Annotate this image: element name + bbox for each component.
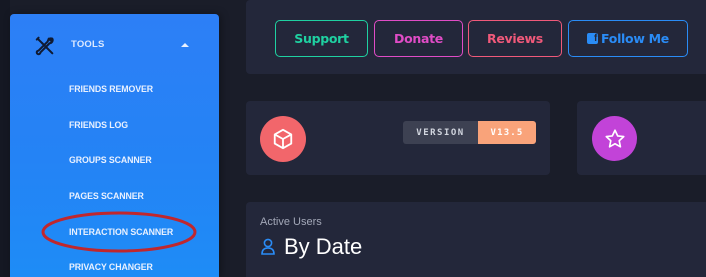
sidebar-item-pages-scanner[interactable]: PAGES SCANNER bbox=[69, 191, 144, 207]
star-icon-badge bbox=[592, 116, 637, 161]
sidebar-tools-toggle[interactable]: TOOLS bbox=[10, 31, 219, 61]
cube-icon-badge bbox=[260, 116, 306, 162]
sidebar-item-groups-scanner[interactable]: GROUPS SCANNER bbox=[69, 155, 152, 171]
cube-icon bbox=[273, 128, 293, 150]
left-edge-strip bbox=[0, 0, 10, 277]
header-buttons-card: Support Donate Reviews f Follow Me bbox=[246, 0, 706, 74]
version-card: VERSION V13.5 bbox=[246, 101, 550, 175]
sidebar-item-interaction-scanner[interactable]: INTERACTION SCANNER bbox=[69, 227, 173, 243]
facebook-icon: f bbox=[587, 33, 599, 44]
reviews-button[interactable]: Reviews bbox=[468, 20, 562, 57]
sidebar-item-friends-remover[interactable]: FRIENDS REMOVER bbox=[69, 84, 153, 100]
donate-button[interactable]: Donate bbox=[374, 20, 463, 57]
user-icon bbox=[261, 238, 275, 255]
sidebar-item-privacy-changer[interactable]: PRIVACY CHANGER bbox=[69, 262, 153, 277]
version-value: V13.5 bbox=[478, 121, 536, 144]
active-users-label: Active Users bbox=[260, 216, 322, 228]
sidebar-item-friends-log[interactable]: FRIENDS LOG bbox=[69, 120, 128, 136]
caret-up-icon bbox=[181, 43, 189, 47]
active-users-card: Active Users By Date bbox=[246, 202, 706, 277]
by-date-title: By Date bbox=[284, 234, 363, 259]
support-button[interactable]: Support bbox=[275, 20, 368, 57]
follow-me-button[interactable]: f Follow Me bbox=[568, 20, 688, 57]
sidebar-tools-label: TOOLS bbox=[71, 39, 105, 50]
star-icon bbox=[604, 128, 625, 148]
star-card bbox=[577, 101, 706, 175]
follow-me-label: Follow Me bbox=[601, 31, 669, 46]
version-label: VERSION bbox=[403, 121, 478, 144]
sidebar: TOOLS FRIENDS REMOVER FRIENDS LOG GROUPS… bbox=[10, 14, 219, 277]
tools-icon bbox=[35, 36, 54, 56]
